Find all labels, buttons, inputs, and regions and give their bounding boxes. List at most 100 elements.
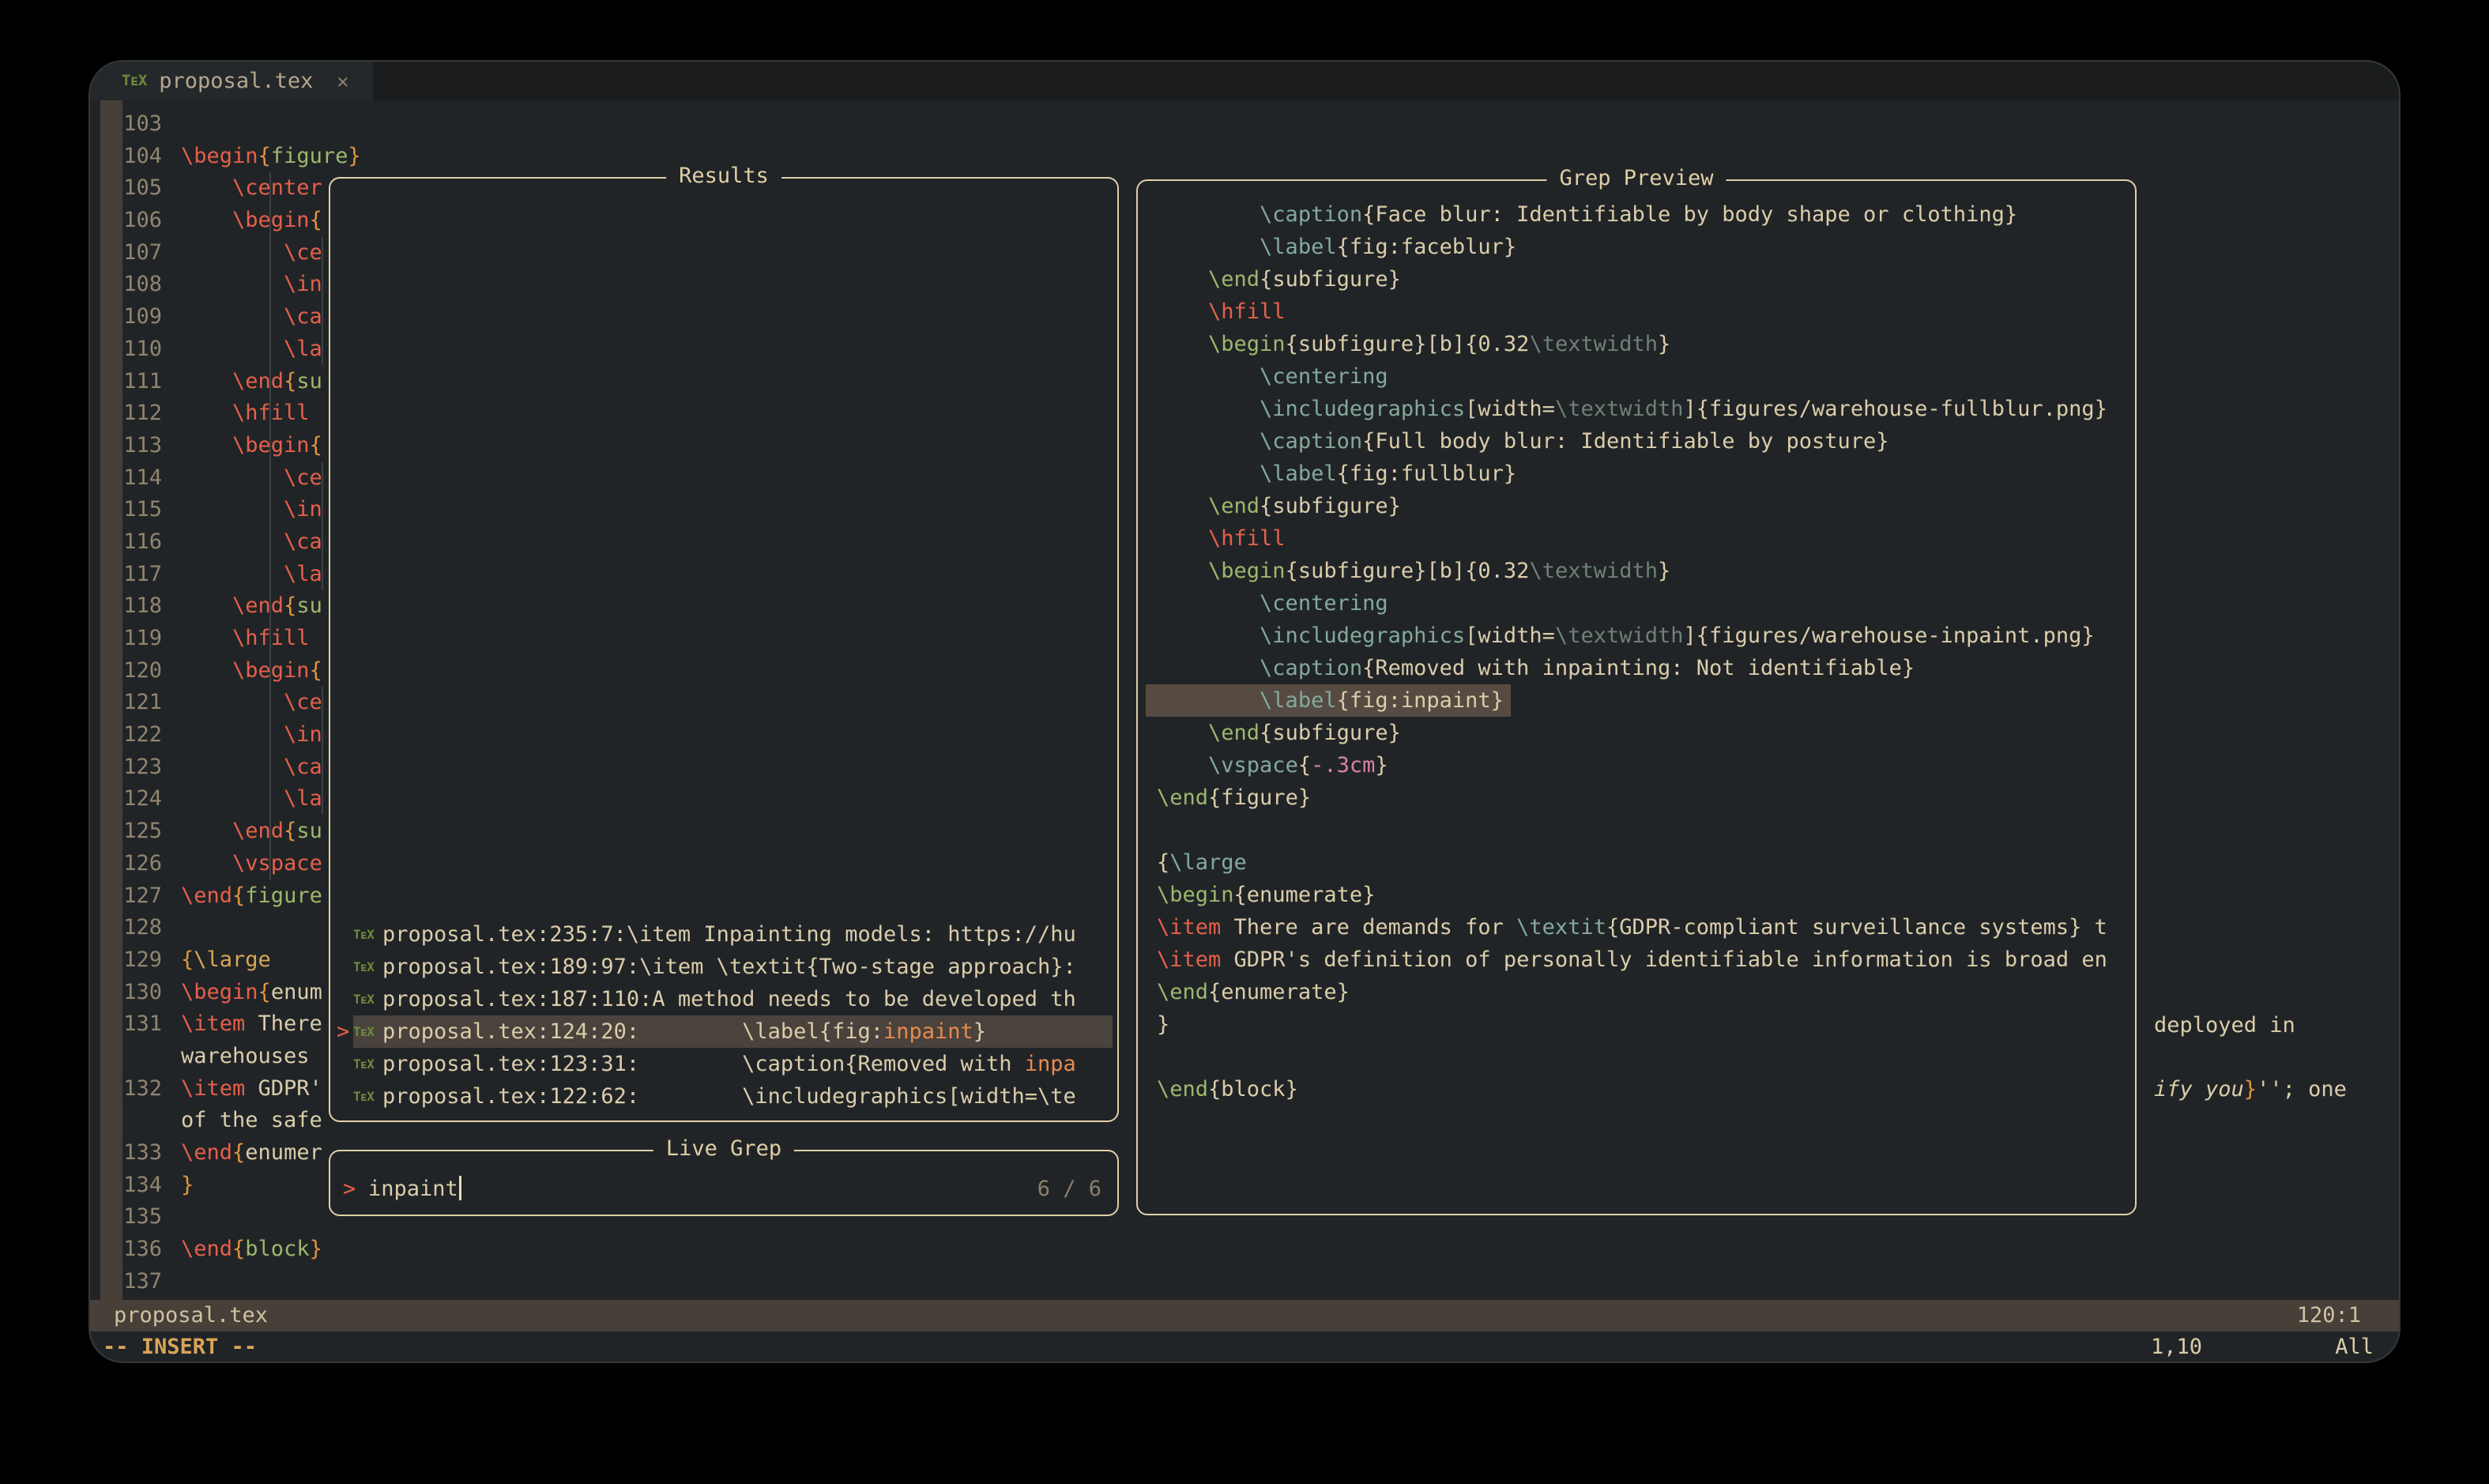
live-grep-input[interactable]: inpaint [368, 1173, 461, 1205]
line-number: 111 [90, 366, 162, 398]
code-segment: proposal.tex:124:20: \label{fig: [382, 1015, 883, 1048]
code-segment: \textwidth [1555, 623, 1684, 648]
code-segment [181, 337, 284, 361]
code-segment: \end [1208, 721, 1260, 745]
code-segment [181, 658, 232, 683]
code-segment: proposal.tex:187:110:A method needs to b… [382, 983, 1076, 1015]
tex-file-icon: TᴇX [353, 1015, 382, 1048]
code-segment: \in [284, 722, 322, 747]
code-segment: \item [181, 1076, 245, 1101]
result-row[interactable]: TᴇXproposal.tex:122:62: \includegraphics… [353, 1080, 1113, 1113]
code-segment: {Face blur: Identifiable by body shape o… [1362, 202, 2017, 227]
code-segment: {subfigure} [1260, 721, 1401, 745]
code-segment: figure [245, 883, 322, 908]
close-icon[interactable]: ✕ [337, 70, 348, 92]
code-segment: \begin [181, 980, 258, 1004]
code-segment: {fig:faceblur} [1337, 235, 1517, 259]
line-number: 109 [90, 301, 162, 333]
code-segment: [width= [1465, 623, 1555, 648]
code-segment: {enumerate} [1234, 883, 1376, 907]
code-line[interactable]: 136\end{block} [90, 1234, 2399, 1266]
result-row[interactable]: TᴇXproposal.tex:235:7:\item Inpainting m… [353, 918, 1113, 951]
line-number: 130 [90, 977, 162, 1009]
code-segment: \end [1157, 980, 1208, 1004]
code-segment: proposal.tex:235:7:\item Inpainting mode… [382, 918, 1076, 951]
line-number: 122 [90, 719, 162, 751]
line-number: 132 [90, 1073, 162, 1105]
line-number: 113 [90, 430, 162, 462]
statusline-filename: proposal.tex [114, 1300, 268, 1331]
code-segment: {subfigure} [1260, 494, 1401, 518]
code-segment: GDPR's definition of personally identifi… [1221, 947, 2107, 972]
code-segment [1157, 623, 1260, 648]
result-row[interactable]: TᴇXproposal.tex:123:31: \caption{Removed… [353, 1048, 1113, 1080]
tex-file-icon: TᴇX [122, 72, 146, 90]
code-segment [1157, 656, 1260, 680]
code-segment: } [181, 1173, 194, 1197]
code-segment: {GDPR-compliant surveillance systems} t [1606, 915, 2107, 940]
code-segment [1157, 721, 1208, 745]
line-number: 137 [90, 1266, 162, 1298]
result-row[interactable]: TᴇXproposal.tex:187:110:A method needs t… [353, 983, 1113, 1015]
tab-proposal-tex[interactable]: TᴇX proposal.tex ✕ [90, 62, 373, 100]
code-segment: \includegraphics [1260, 623, 1465, 648]
code-segment: \centering [1260, 364, 1388, 389]
code-segment [181, 240, 284, 265]
line-number: 105 [90, 172, 162, 205]
code-line[interactable]: 103 [90, 108, 2399, 141]
line-number: 135 [90, 1201, 162, 1234]
code-segment: { [232, 1140, 245, 1165]
line-number: 131 [90, 1008, 162, 1041]
line-number: 103 [90, 108, 162, 141]
code-segment [181, 786, 284, 811]
code-line[interactable]: 104\begin{figure} [90, 141, 2399, 173]
code-segment: \end [1208, 494, 1260, 518]
result-row[interactable]: TᴇXproposal.tex:189:97:\item \textit{Two… [353, 951, 1113, 983]
code-segment: ify you [2154, 1077, 2244, 1102]
line-number: 129 [90, 944, 162, 977]
line-number: 107 [90, 237, 162, 269]
preview-line: \item There are demands for \textit{GDPR… [1157, 911, 2107, 944]
code-segment: \begin [232, 658, 310, 683]
code-segment [181, 208, 232, 232]
code-segment: {figure} [1208, 785, 1311, 810]
tex-file-icon: TᴇX [353, 951, 382, 983]
code-segment: {enumerate} [1208, 980, 1350, 1004]
preview-line: \end{figure} [1157, 782, 1311, 814]
preview-line: \caption{Full body blur: Identifiable by… [1157, 425, 1889, 458]
code-segment: {fig:inpaint} [1337, 688, 1504, 713]
code-segment: of the safe [181, 1108, 322, 1132]
line-number: 126 [90, 848, 162, 880]
code-segment: { [284, 593, 296, 618]
line-number: 116 [90, 526, 162, 559]
code-segment: \end [181, 883, 232, 908]
code-segment: \la [284, 786, 322, 811]
code-segment [1157, 429, 1260, 454]
live-grep-title: Live Grep [653, 1136, 794, 1161]
statusline-position: 120:1 [2297, 1300, 2361, 1331]
code-segment: \hfill [232, 401, 310, 425]
preview-line: \begin{subfigure}[b]{0.32\textwidth} [1157, 328, 1670, 360]
code-segment: \ca [284, 529, 322, 554]
code-line[interactable]: 137 [90, 1266, 2399, 1298]
code-segment: { [310, 433, 322, 458]
code-segment [181, 819, 232, 843]
code-segment: \label [1260, 688, 1337, 713]
preview-line-highlighted: \label{fig:inpaint} [1146, 684, 1511, 717]
code-segment: \end [181, 1140, 232, 1165]
line-number: 112 [90, 397, 162, 430]
code-segment [181, 562, 284, 586]
preview-line: \hfill [1157, 296, 1286, 328]
preview-line: \centering [1157, 587, 1388, 620]
code-segment: } [1157, 1012, 1169, 1037]
preview-line: \vspace{-.3cm} [1157, 749, 1388, 782]
code-segment: } [310, 1237, 322, 1261]
result-row[interactable]: TᴇXproposal.tex:124:20: \label{fig:inpai… [353, 1015, 1113, 1048]
line-number: 128 [90, 912, 162, 944]
line-number: 118 [90, 590, 162, 623]
mode-indicator: -- INSERT -- [103, 1331, 257, 1363]
code-segment [1157, 299, 1208, 324]
code-segment: \hfill [232, 626, 310, 650]
preview-line: } [1157, 1008, 1169, 1041]
code-segment: ]{figures/warehouse-inpaint.png} [1684, 623, 2095, 648]
